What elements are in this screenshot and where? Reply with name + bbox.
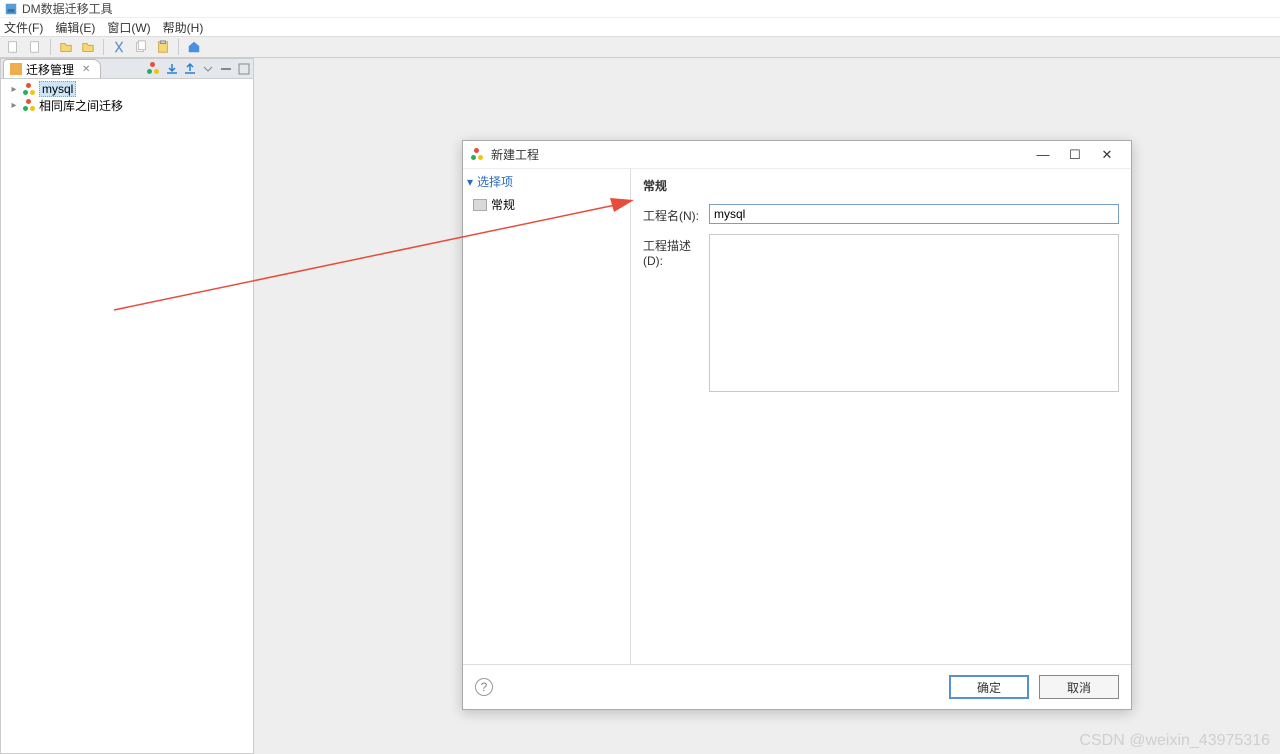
panel-tab-row: 迁移管理 ✕ [1, 59, 253, 79]
cut-icon[interactable] [110, 38, 128, 56]
tree-item-label: 相同库之间迁移 [39, 97, 123, 114]
menu-bar: 文件(F) 编辑(E) 窗口(W) 帮助(H) [0, 18, 1280, 36]
new-project-dialog: 新建工程 — ☐ ✕ ▾ 选择项 常规 常规 工程名(N): 工程描述(D) [462, 140, 1132, 710]
project-icon [23, 83, 35, 95]
dialog-nav-group[interactable]: ▾ 选择项 [467, 173, 626, 190]
collapse-triangle-icon: ▾ [467, 175, 473, 189]
tree-item-mysql[interactable]: ▸ mysql [5, 81, 249, 97]
expand-arrow-icon[interactable]: ▸ [9, 100, 19, 111]
toolbar [0, 36, 1280, 58]
panel-tab-migrate[interactable]: 迁移管理 ✕ [3, 59, 101, 78]
dialog-form: 常规 工程名(N): 工程描述(D): [631, 169, 1131, 664]
close-icon[interactable]: ✕ [1091, 144, 1123, 166]
app-title: DM数据迁移工具 [22, 0, 113, 17]
menu-file[interactable]: 文件(F) [4, 19, 43, 36]
import-icon[interactable] [165, 62, 179, 76]
panel-toolbar [147, 62, 251, 76]
copy-icon[interactable] [132, 38, 150, 56]
ok-button[interactable]: 确定 [949, 675, 1029, 699]
cluster-icon[interactable] [147, 62, 161, 76]
menu-edit[interactable]: 编辑(E) [55, 19, 95, 36]
dialog-titlebar[interactable]: 新建工程 — ☐ ✕ [463, 141, 1131, 169]
tree-item-label: mysql [39, 81, 76, 97]
new-doc2-icon[interactable] [26, 38, 44, 56]
toolbar-separator [103, 39, 104, 55]
export-icon[interactable] [183, 62, 197, 76]
home-icon[interactable] [185, 38, 203, 56]
tab-close-icon[interactable]: ✕ [82, 64, 90, 75]
minimize-panel-icon[interactable] [219, 62, 233, 76]
app-icon [4, 2, 18, 16]
cancel-button[interactable]: 取消 [1039, 675, 1119, 699]
watermark: CSDN @weixin_43975316 [1079, 732, 1270, 750]
dialog-buttons: 确定 取消 [949, 675, 1119, 699]
dialog-title: 新建工程 [491, 146, 539, 163]
expand-arrow-icon[interactable]: ▸ [9, 84, 19, 95]
dropdown-icon[interactable] [201, 62, 215, 76]
dialog-nav-general[interactable]: 常规 [467, 194, 626, 215]
tree-item-same-db[interactable]: ▸ 相同库之间迁移 [5, 97, 249, 113]
dialog-footer: ? 确定 取消 [463, 665, 1131, 709]
maximize-icon[interactable]: ☐ [1059, 144, 1091, 166]
dialog-icon [471, 148, 485, 162]
panel-tab-label: 迁移管理 [26, 61, 74, 78]
maximize-panel-icon[interactable] [237, 62, 251, 76]
form-icon [473, 199, 487, 211]
folder-icon[interactable] [57, 38, 75, 56]
new-doc-icon[interactable] [4, 38, 22, 56]
dialog-body: ▾ 选择项 常规 常规 工程名(N): 工程描述(D): [463, 169, 1131, 665]
desc-label: 工程描述(D): [643, 234, 709, 268]
toolbar-separator [178, 39, 179, 55]
folder2-icon[interactable] [79, 38, 97, 56]
project-desc-textarea[interactable] [709, 234, 1119, 392]
tree-view: ▸ mysql ▸ 相同库之间迁移 [1, 79, 253, 115]
dialog-nav: ▾ 选择项 常规 [463, 169, 631, 664]
title-bar: DM数据迁移工具 [0, 0, 1280, 18]
menu-window[interactable]: 窗口(W) [107, 19, 150, 36]
name-label: 工程名(N): [643, 204, 709, 224]
form-row-desc: 工程描述(D): [643, 234, 1119, 392]
left-panel: 迁移管理 ✕ ▸ mysql ▸ 相同库之间迁移 [0, 58, 254, 754]
project-icon [23, 99, 35, 111]
paste-icon[interactable] [154, 38, 172, 56]
help-icon[interactable]: ? [475, 678, 493, 696]
minimize-icon[interactable]: — [1027, 144, 1059, 166]
menu-help[interactable]: 帮助(H) [163, 19, 204, 36]
migrate-tab-icon [10, 63, 22, 75]
project-name-input[interactable] [709, 204, 1119, 224]
form-title: 常规 [643, 177, 1119, 194]
form-row-name: 工程名(N): [643, 204, 1119, 224]
toolbar-separator [50, 39, 51, 55]
dialog-window-controls: — ☐ ✕ [1027, 144, 1123, 166]
